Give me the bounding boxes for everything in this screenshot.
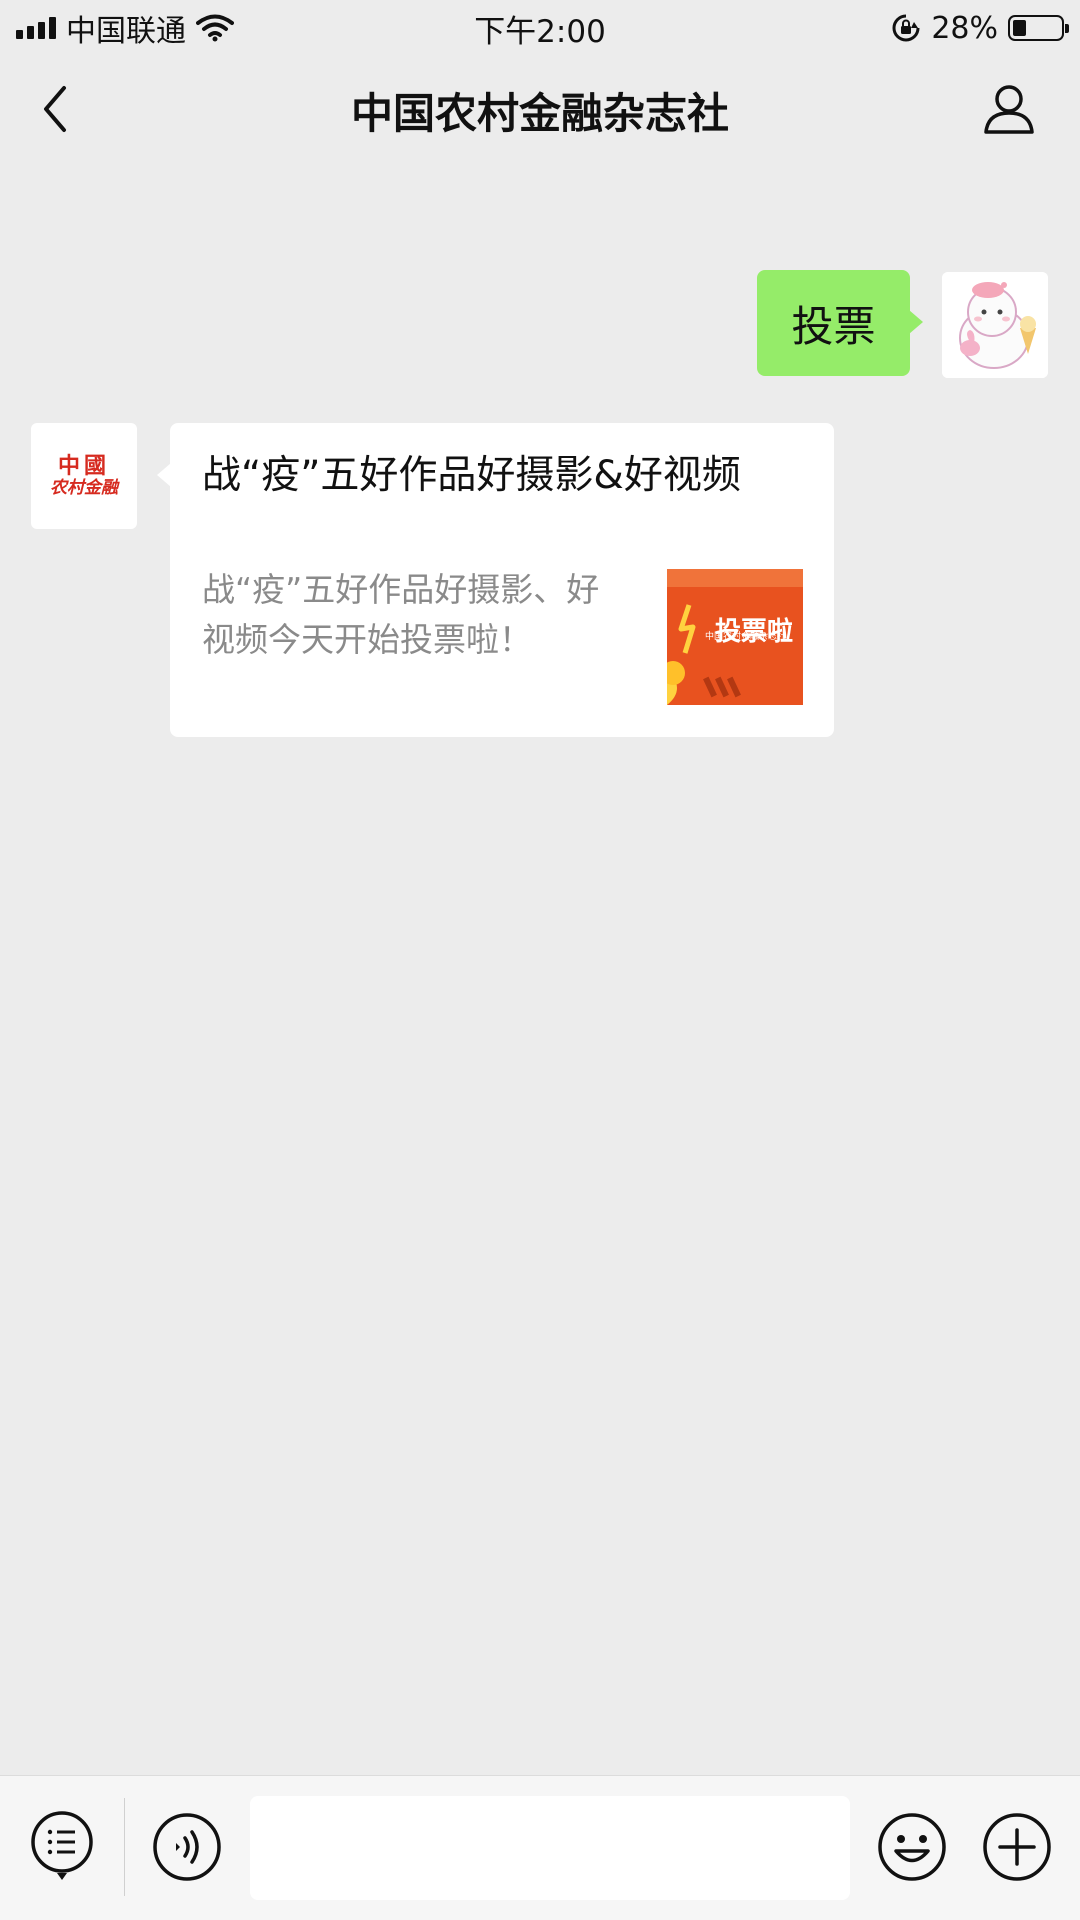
voice-icon[interactable]: [152, 1812, 222, 1882]
message-input[interactable]: [250, 1796, 850, 1900]
battery-fill: [1013, 20, 1026, 36]
article-card-description: 战“疫”五好作品好摄影、好视频今天开始投票啦！: [202, 570, 600, 659]
article-card-title: 战“疫”五好作品好摄影&好视频: [202, 453, 741, 498]
article-thumbnail: 中国农村金融杂志社 投票啦: [667, 569, 803, 705]
status-right: 28%: [891, 8, 1069, 48]
plus-icon[interactable]: [982, 1812, 1052, 1882]
user-avatar[interactable]: [942, 272, 1048, 378]
status-bar: 中国联通 下午2:00 28%: [0, 0, 1080, 56]
avatar-text-line2: 农村金融: [50, 477, 118, 498]
thumbnail-title-text: 投票啦: [715, 617, 794, 647]
person-icon[interactable]: [982, 82, 1036, 136]
input-bar-divider: [124, 1798, 125, 1896]
cartoon-avatar-image: [942, 272, 1048, 378]
avatar-text-line1: 中國: [57, 452, 110, 479]
chat-title: 中国农村金融杂志社: [350, 89, 729, 138]
outgoing-message-text: 投票: [791, 301, 876, 351]
rotation-lock-icon: [892, 14, 920, 42]
article-card[interactable]: 战“疫”五好作品好摄影&好视频 战“疫”五好作品好摄影、好视频今天开始投票啦！ …: [157, 423, 834, 737]
nav-bar: 中国农村金融杂志社: [0, 56, 1080, 162]
emoji-icon[interactable]: [877, 1812, 947, 1882]
list-menu-icon[interactable]: [30, 1810, 94, 1882]
outgoing-message-bubble[interactable]: 投票: [757, 270, 923, 376]
input-bar: [0, 1775, 1080, 1920]
official-account-avatar[interactable]: 中國 农村金融: [31, 423, 137, 529]
battery-icon: [1008, 15, 1069, 41]
battery-percent: 28%: [931, 10, 998, 46]
